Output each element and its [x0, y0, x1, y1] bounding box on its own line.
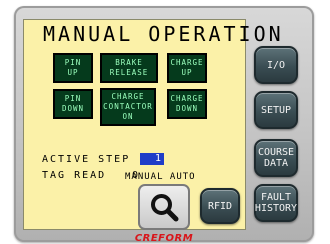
mode-button[interactable] — [138, 184, 190, 230]
io-button[interactable]: I/O — [254, 46, 298, 84]
pin-down-button[interactable]: PIN DOWN — [53, 89, 93, 119]
page-title: MANUAL OPERATION — [43, 22, 284, 46]
mode-label: MANUAL AUTO — [125, 172, 196, 182]
setup-button[interactable]: SETUP — [254, 91, 298, 129]
course-data-button[interactable]: COURSE DATA — [254, 139, 298, 177]
magnifier-icon — [151, 194, 179, 222]
tag-read-label: TAG READ — [42, 170, 107, 181]
fault-history-button[interactable]: FAULT HISTORY — [254, 184, 298, 222]
brake-release-button[interactable]: BRAKE RELEASE — [100, 53, 158, 83]
active-step-value[interactable]: 1 — [140, 153, 164, 165]
charge-down-button[interactable]: CHARGE DOWN — [167, 89, 207, 119]
charge-up-button[interactable]: CHARGE UP — [167, 53, 207, 83]
charge-contactor-on-button[interactable]: CHARGE CONTACTOR ON — [100, 88, 156, 126]
pin-up-button[interactable]: PIN UP — [53, 53, 93, 83]
rfid-button[interactable]: RFID — [200, 188, 240, 224]
active-step-label: ACTIVE STEP — [42, 154, 131, 165]
brand-logo: CREFORM — [134, 233, 194, 244]
